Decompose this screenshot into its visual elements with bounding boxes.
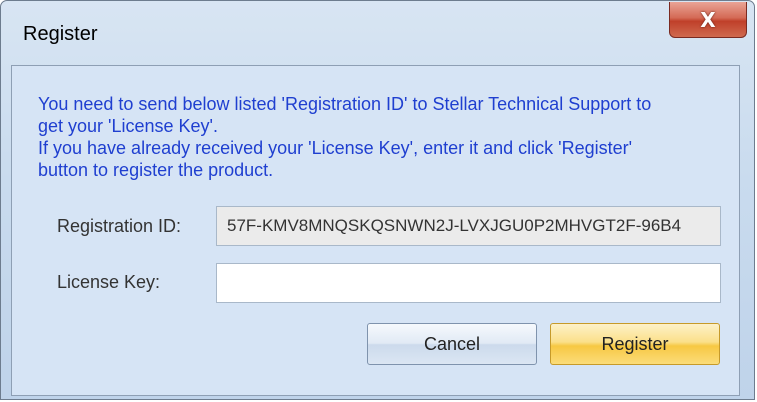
register-button-label: Register [601,333,669,354]
window-title: Register [23,23,98,45]
registration-id-field[interactable]: 57F-KMV8MNQSKQSNWN2J-LVXJGU0P2MHVGT2F-96… [216,206,721,246]
message-line: button to register the product. [38,160,274,180]
close-button[interactable]: X [669,2,747,38]
license-key-label: License Key: [57,272,161,292]
message-line: get your 'License Key'. [38,116,218,136]
registration-id-label: Registration ID: [57,216,182,236]
register-dialog: Register X You need to send below listed… [0,0,755,400]
cancel-button-label: Cancel [423,333,481,354]
instruction-message: You need to send below listed 'Registrat… [38,93,728,181]
cancel-button[interactable]: Cancel [367,323,537,365]
message-line: You need to send below listed 'Registrat… [38,94,652,114]
title-bar[interactable]: Register X [1,1,754,61]
close-icon: X [700,7,716,32]
register-button[interactable]: Register [550,323,720,365]
message-line: If you have already received your 'Licen… [38,138,633,158]
license-key-input[interactable] [216,263,721,303]
